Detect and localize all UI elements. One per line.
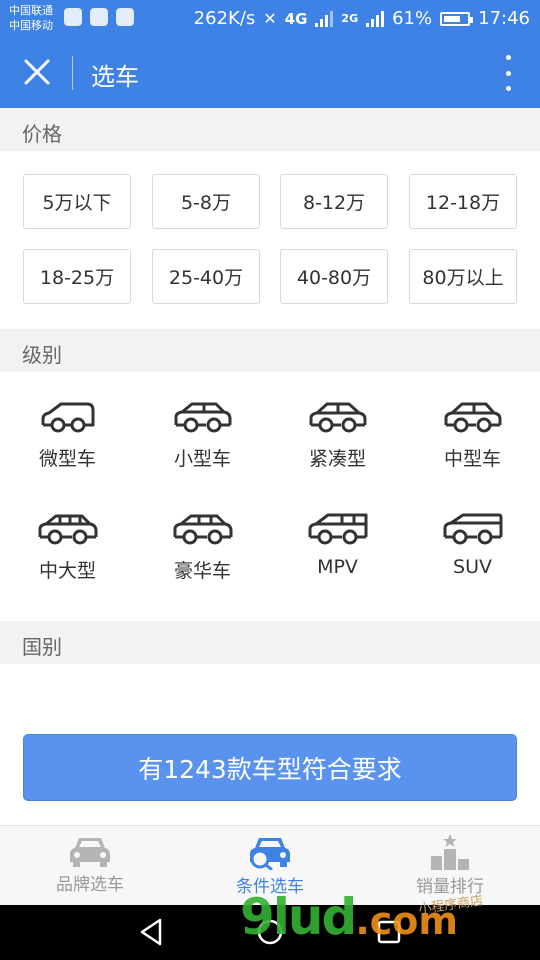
signal-2-icon bbox=[366, 10, 385, 27]
price-option[interactable]: 5-8万 bbox=[152, 174, 260, 229]
class-label: 小型车 bbox=[173, 448, 231, 470]
class-item-compact[interactable]: 紧凑型 bbox=[270, 372, 405, 472]
price-header-label: 价格 bbox=[22, 122, 62, 146]
price-option[interactable]: 18-25万 bbox=[23, 249, 131, 304]
country-section-header: 国别 bbox=[0, 621, 540, 664]
price-option[interactable]: 8-12万 bbox=[280, 174, 388, 229]
large-car-icon bbox=[38, 514, 97, 545]
signal-icon bbox=[315, 10, 334, 27]
network-4g: 4G bbox=[284, 9, 308, 28]
mpv-icon bbox=[308, 513, 367, 545]
country-header-label: 国别 bbox=[22, 635, 62, 659]
class-item-mpv[interactable]: MPV bbox=[270, 484, 405, 584]
class-item-luxury[interactable]: 豪华车 bbox=[135, 484, 270, 584]
class-label: SUV bbox=[453, 556, 492, 578]
network-2g: 2G bbox=[341, 12, 359, 25]
price-section-header: 价格 bbox=[0, 108, 540, 151]
class-options: 微型车 小型车 紧凑型 中型车 中大型 豪华车 MPV SUV bbox=[0, 372, 540, 621]
car-front-icon bbox=[70, 838, 110, 867]
class-header-label: 级别 bbox=[22, 343, 62, 367]
notification-icons bbox=[64, 8, 134, 26]
net-speed: 262K/s bbox=[193, 8, 256, 29]
price-option[interactable]: 80万以上 bbox=[409, 249, 517, 304]
battery-percent: 61% bbox=[392, 8, 433, 29]
app-notification-icon bbox=[64, 8, 82, 26]
price-option[interactable]: 5万以下 bbox=[23, 174, 131, 229]
image-notification-icon bbox=[116, 8, 134, 26]
status-right: 262K/s ✕ 4G 2G 61% 17:46 bbox=[194, 8, 530, 29]
luxury-car-icon bbox=[173, 514, 232, 545]
title-divider bbox=[72, 56, 73, 90]
class-label: MPV bbox=[317, 556, 358, 578]
price-option[interactable]: 12-18万 bbox=[409, 174, 517, 229]
app-bar: 选车 bbox=[0, 37, 540, 108]
price-options: 5万以下 5-8万 8-12万 12-18万 18-25万 25-40万 40-… bbox=[0, 152, 540, 329]
small-car-icon bbox=[174, 402, 231, 433]
class-item-midsize[interactable]: 中型车 bbox=[405, 372, 540, 472]
suv-icon bbox=[443, 513, 502, 545]
price-option[interactable]: 25-40万 bbox=[152, 249, 260, 304]
class-label: 中大型 bbox=[38, 560, 96, 582]
ranking-podium-icon bbox=[431, 834, 469, 870]
status-bar: 中国联通 中国移动 262K/s ✕ 4G 2G 61% 17:46 bbox=[0, 0, 540, 37]
carrier-1: 中国联通 bbox=[9, 4, 53, 17]
carrier-2: 中国移动 bbox=[9, 19, 53, 32]
micro-car-icon bbox=[41, 402, 94, 433]
class-section-header: 级别 bbox=[0, 329, 540, 372]
more-menu-button[interactable] bbox=[498, 55, 518, 91]
tab-brand[interactable]: 品牌选车 bbox=[0, 826, 180, 906]
clock: 17:46 bbox=[478, 8, 530, 29]
class-label: 微型车 bbox=[38, 448, 96, 470]
more-dot bbox=[505, 70, 511, 76]
car-search-icon bbox=[250, 838, 290, 870]
battery-icon bbox=[440, 11, 474, 26]
carrier-names: 中国联通 中国移动 bbox=[9, 3, 53, 33]
class-label: 中型车 bbox=[443, 448, 501, 470]
show-results-button[interactable]: 有1243款车型符合要求 bbox=[23, 734, 517, 801]
tab-label: 品牌选车 bbox=[56, 875, 124, 895]
class-label: 豪华车 bbox=[173, 560, 231, 582]
more-dot bbox=[505, 55, 511, 60]
location-notification-icon bbox=[90, 8, 108, 26]
back-button[interactable] bbox=[136, 917, 166, 947]
class-item-small[interactable]: 小型车 bbox=[135, 372, 270, 472]
close-icon bbox=[24, 59, 50, 85]
compact-car-icon bbox=[309, 402, 366, 433]
class-item-large[interactable]: 中大型 bbox=[0, 484, 135, 584]
watermark-text: 9lud bbox=[240, 888, 357, 946]
mute-icon: ✕ bbox=[263, 9, 277, 28]
class-item-micro[interactable]: 微型车 bbox=[0, 372, 135, 472]
price-option[interactable]: 40-80万 bbox=[280, 249, 388, 304]
midsize-car-icon bbox=[444, 402, 501, 433]
class-item-suv[interactable]: SUV bbox=[405, 484, 540, 584]
page-title: 选车 bbox=[91, 63, 139, 91]
more-dot bbox=[505, 86, 511, 91]
close-button[interactable] bbox=[16, 51, 58, 93]
back-icon bbox=[140, 918, 162, 946]
class-label: 紧凑型 bbox=[308, 448, 366, 470]
